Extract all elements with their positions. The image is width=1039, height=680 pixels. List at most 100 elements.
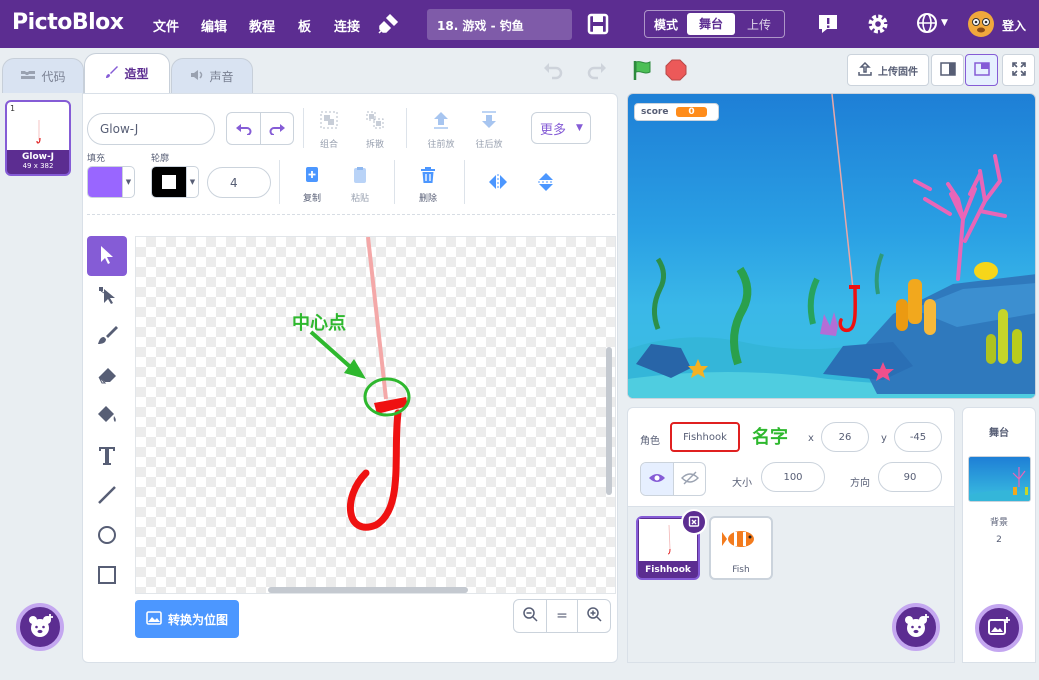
hook-top [374, 397, 408, 414]
sprite-name: Fish [732, 565, 750, 575]
show-button[interactable] [641, 463, 673, 495]
choose-sprite-button[interactable] [892, 603, 940, 651]
group-button[interactable]: 组合 [313, 110, 345, 150]
flip-horizontal-button[interactable] [486, 173, 510, 194]
green-flag-icon[interactable] [631, 58, 655, 85]
toolbar-divider [87, 214, 615, 215]
feedback-icon[interactable] [816, 12, 840, 39]
tab-code[interactable]: 代码 [2, 58, 84, 93]
x-input[interactable]: 26 [821, 422, 869, 452]
small-stage-button[interactable] [931, 54, 964, 86]
fill-label: 填充 [87, 154, 106, 164]
delete-button[interactable]: 删除 [413, 166, 443, 204]
name-annotation: 名字 [752, 427, 788, 448]
menu-file[interactable]: 文件 [153, 16, 179, 35]
ungroup-label: 拆散 [365, 140, 384, 150]
login-button[interactable]: 登入 [1002, 17, 1026, 34]
paint-redo-button[interactable] [260, 113, 293, 144]
copy-label: 复制 [302, 194, 321, 204]
language-icon[interactable]: ▼ [916, 12, 948, 34]
choose-backdrop-button[interactable] [975, 604, 1023, 652]
circle-tool[interactable] [87, 516, 127, 556]
stage-hook-top [849, 285, 860, 289]
menu-edit[interactable]: 编辑 [201, 16, 227, 35]
eye-off-icon [680, 471, 699, 488]
costume-item[interactable]: 1 Glow-J 49 x 382 [5, 100, 71, 176]
select-tool[interactable] [87, 236, 127, 276]
backward-button[interactable]: 往后放 [469, 110, 509, 150]
hook-shape [346, 409, 402, 531]
image-icon [146, 610, 162, 628]
paint-undo-button[interactable] [227, 113, 260, 144]
reshape-tool[interactable] [87, 276, 127, 316]
ungroup-button[interactable]: 拆散 [359, 110, 391, 150]
gear-icon[interactable] [865, 11, 891, 40]
group-icon [319, 110, 339, 133]
sprite-info-panel: 角色 Fishhook 名字 x 26 y -45 大小 100 方向 90 [627, 407, 955, 507]
tab-sounds[interactable]: 声音 [171, 58, 253, 93]
zoom-in-button[interactable] [578, 600, 610, 632]
mode-switch: 模式 舞台 上传 [644, 10, 785, 38]
eraser-tool[interactable] [87, 356, 127, 396]
tab-costumes[interactable]: 造型 [84, 53, 170, 93]
outline-width-input[interactable]: 4 [207, 167, 271, 198]
tab-code-label: 代码 [41, 69, 66, 84]
avatar[interactable] [967, 10, 995, 41]
fill-color-picker[interactable]: ▼ [87, 166, 135, 198]
zoom-out-button[interactable] [514, 600, 546, 632]
plug-icon[interactable] [376, 12, 400, 39]
direction-input[interactable]: 90 [878, 462, 942, 492]
arrow-up-icon [431, 110, 451, 133]
save-icon[interactable] [587, 13, 609, 38]
mode-stage-button[interactable]: 舞台 [687, 13, 735, 35]
stage-target-panel[interactable]: 舞台 背景 2 [962, 407, 1036, 663]
backdrop-thumbnail [968, 456, 1031, 502]
outline-color-picker[interactable]: ▼ [151, 166, 199, 198]
stop-icon[interactable] [664, 58, 688, 85]
copy-button[interactable]: 复制 [297, 166, 327, 204]
more-dropdown[interactable]: 更多 ▼ [531, 112, 591, 144]
drawing-canvas[interactable]: 中心点 [135, 236, 616, 594]
fill-tool[interactable] [87, 396, 127, 436]
hide-button[interactable] [673, 463, 705, 495]
forward-button[interactable]: 往前放 [421, 110, 461, 150]
flip-vertical-button[interactable] [534, 171, 558, 196]
trash-icon [419, 166, 437, 187]
undo-icon[interactable] [542, 60, 564, 85]
fishing-line [366, 237, 388, 400]
sprite-item-fish[interactable]: Fish [709, 516, 773, 580]
rectangle-tool[interactable] [87, 556, 127, 596]
sprite-name-input[interactable]: Fishhook [670, 422, 740, 452]
redo-icon[interactable] [586, 60, 608, 85]
costume-list: 1 Glow-J 49 x 382 [0, 93, 80, 663]
brush-tool[interactable] [87, 316, 127, 356]
upload-firmware-button[interactable]: 上传固件 [847, 54, 929, 86]
convert-bitmap-button[interactable]: 转换为位图 [135, 600, 239, 638]
reshape-icon [97, 285, 117, 308]
seaweed-left [652, 257, 666, 330]
mode-upload-button[interactable]: 上传 [735, 16, 783, 33]
y-input[interactable]: -45 [894, 422, 942, 452]
delete-sprite-button[interactable] [681, 509, 707, 535]
stage-hook [838, 285, 857, 333]
menu-connect[interactable]: 连接 [334, 16, 360, 35]
paste-button[interactable]: 粘贴 [345, 166, 375, 204]
fullscreen-button[interactable] [1002, 54, 1035, 86]
convert-bitmap-label: 转换为位图 [167, 612, 228, 627]
delete-label: 删除 [418, 194, 437, 204]
menu-board[interactable]: 板 [298, 16, 311, 35]
paint-editor: Glow-J 组合 拆散 往前放 往后放 更多 ▼ 填充 ▼ 轮廓 ▼ 4 复制… [82, 93, 618, 663]
normal-stage-button[interactable] [965, 54, 998, 86]
costume-name-input[interactable]: Glow-J [87, 113, 215, 145]
project-title-input[interactable]: 18. 游戏 - 钓鱼 [427, 9, 572, 40]
pictoblox-logo[interactable]: PictoBlox [12, 10, 124, 35]
yellow-coral-3 [896, 299, 908, 331]
line-tool[interactable] [87, 476, 127, 516]
stage-canvas[interactable]: score 0 [627, 93, 1036, 399]
size-input[interactable]: 100 [761, 462, 825, 492]
zoom-reset-button[interactable]: = [546, 600, 578, 632]
choose-costume-button[interactable] [16, 603, 64, 651]
menu-tutorial[interactable]: 教程 [249, 16, 275, 35]
bear-add-icon [902, 613, 930, 642]
text-tool[interactable] [87, 436, 127, 476]
